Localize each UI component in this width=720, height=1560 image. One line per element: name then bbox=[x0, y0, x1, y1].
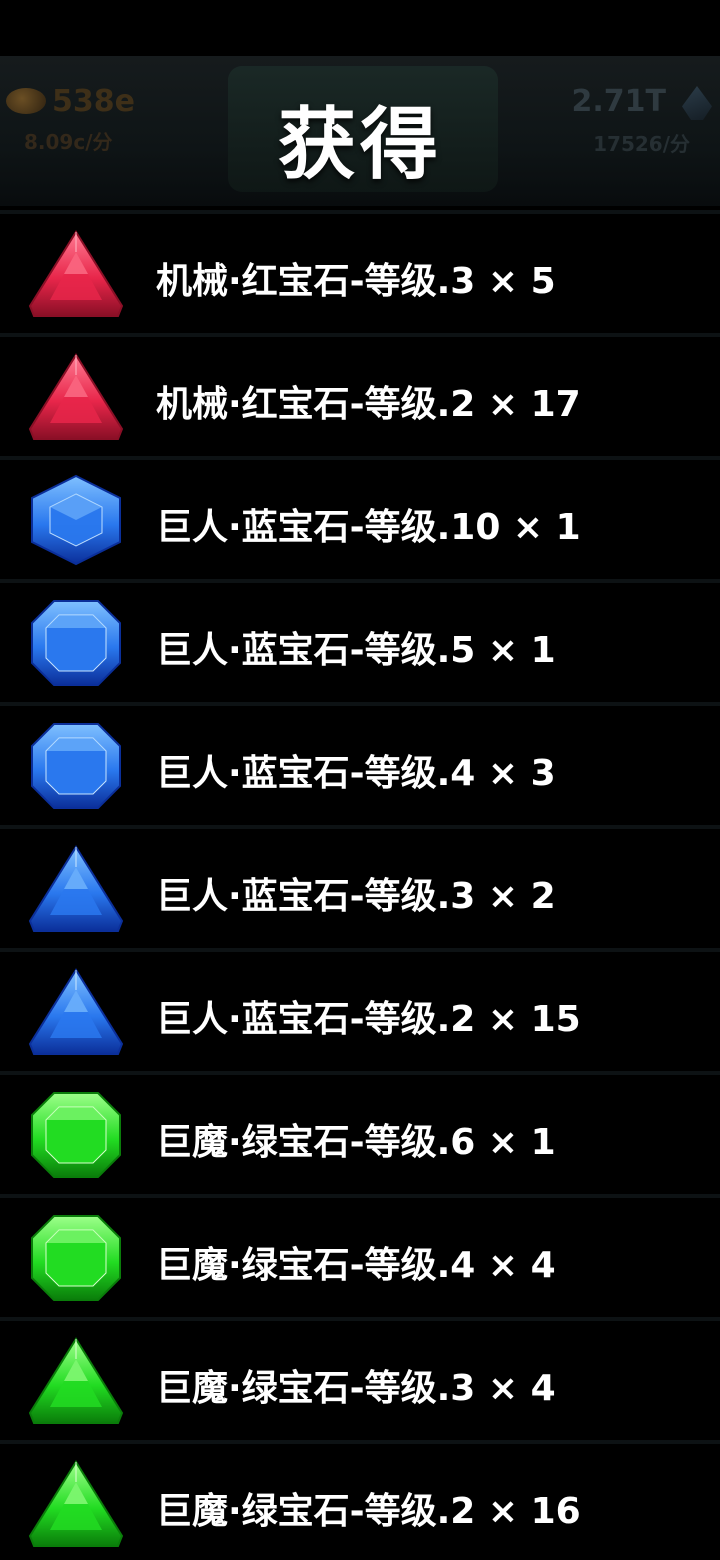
reward-label: 巨魔·绿宝石-等级.2 × 16 bbox=[156, 1491, 581, 1532]
reward-row: 巨人·蓝宝石-等级.5 × 1 bbox=[0, 579, 720, 702]
reward-label: 巨魔·绿宝石-等级.3 × 4 bbox=[156, 1368, 556, 1409]
blue-octagon-gem-icon bbox=[26, 720, 126, 812]
red-triangle-gem-icon bbox=[26, 228, 126, 320]
reward-row: 巨魔·绿宝石-等级.4 × 4 bbox=[0, 1194, 720, 1317]
reward-row: 机械·红宝石-等级.3 × 5 bbox=[0, 210, 720, 333]
blue-triangle-gem-icon bbox=[26, 966, 126, 1058]
reward-label: 机械·红宝石-等级.3 × 5 bbox=[156, 261, 556, 302]
green-octagon-gem-icon bbox=[26, 1089, 126, 1181]
page-title: 获得 bbox=[277, 100, 442, 190]
blue-hexagon-gem-icon bbox=[31, 474, 121, 566]
reward-row: 巨魔·绿宝石-等级.6 × 1 bbox=[0, 1071, 720, 1194]
green-triangle-gem-icon bbox=[26, 1335, 126, 1427]
blue-octagon-gem-icon bbox=[26, 597, 126, 689]
green-octagon-gem-icon bbox=[26, 1212, 126, 1304]
blue-triangle-gem-icon bbox=[28, 968, 124, 1055]
red-triangle-gem-icon bbox=[28, 353, 124, 440]
blue-octagon-gem-icon bbox=[31, 600, 121, 686]
reward-label: 巨人·蓝宝石-等级.3 × 2 bbox=[156, 876, 556, 917]
reward-label: 巨人·蓝宝石-等级.4 × 3 bbox=[156, 753, 556, 794]
green-octagon-gem-icon bbox=[31, 1092, 121, 1178]
reward-label: 机械·红宝石-等级.2 × 17 bbox=[156, 384, 581, 425]
reward-label: 巨魔·绿宝石-等级.6 × 1 bbox=[156, 1122, 556, 1163]
reward-row: 巨人·蓝宝石-等级.10 × 1 bbox=[0, 456, 720, 579]
green-triangle-gem-icon bbox=[28, 1337, 124, 1424]
blue-triangle-gem-icon bbox=[26, 843, 126, 935]
green-triangle-gem-icon bbox=[26, 1458, 126, 1550]
reward-row: 巨人·蓝宝石-等级.4 × 3 bbox=[0, 702, 720, 825]
blue-hexagon-gem-icon bbox=[26, 474, 126, 566]
reward-screen[interactable]: 538e 8.09c/分 2.71T 17526/分 获得 机械·红宝石-等级.… bbox=[0, 0, 720, 1560]
reward-row: 巨人·蓝宝石-等级.3 × 2 bbox=[0, 825, 720, 948]
reward-label: 巨人·蓝宝石-等级.2 × 15 bbox=[156, 999, 581, 1040]
reward-label: 巨人·蓝宝石-等级.10 × 1 bbox=[156, 507, 581, 548]
reward-row: 巨魔·绿宝石-等级.3 × 4 bbox=[0, 1317, 720, 1440]
green-triangle-gem-icon bbox=[28, 1460, 124, 1547]
reward-label: 巨人·蓝宝石-等级.5 × 1 bbox=[156, 630, 556, 671]
green-octagon-gem-icon bbox=[31, 1215, 121, 1301]
blue-triangle-gem-icon bbox=[28, 845, 124, 932]
reward-list[interactable]: 机械·红宝石-等级.3 × 5 机械·红宝石-等级.2 × 17 巨人·蓝宝石-等级… bbox=[0, 210, 720, 1560]
reward-label: 巨魔·绿宝石-等级.4 × 4 bbox=[156, 1245, 556, 1286]
reward-row: 巨魔·绿宝石-等级.2 × 16 bbox=[0, 1440, 720, 1560]
blue-octagon-gem-icon bbox=[31, 723, 121, 809]
reward-row: 巨人·蓝宝石-等级.2 × 15 bbox=[0, 948, 720, 1071]
red-triangle-gem-icon bbox=[26, 351, 126, 443]
red-triangle-gem-icon bbox=[28, 230, 124, 317]
reward-row: 机械·红宝石-等级.2 × 17 bbox=[0, 333, 720, 456]
